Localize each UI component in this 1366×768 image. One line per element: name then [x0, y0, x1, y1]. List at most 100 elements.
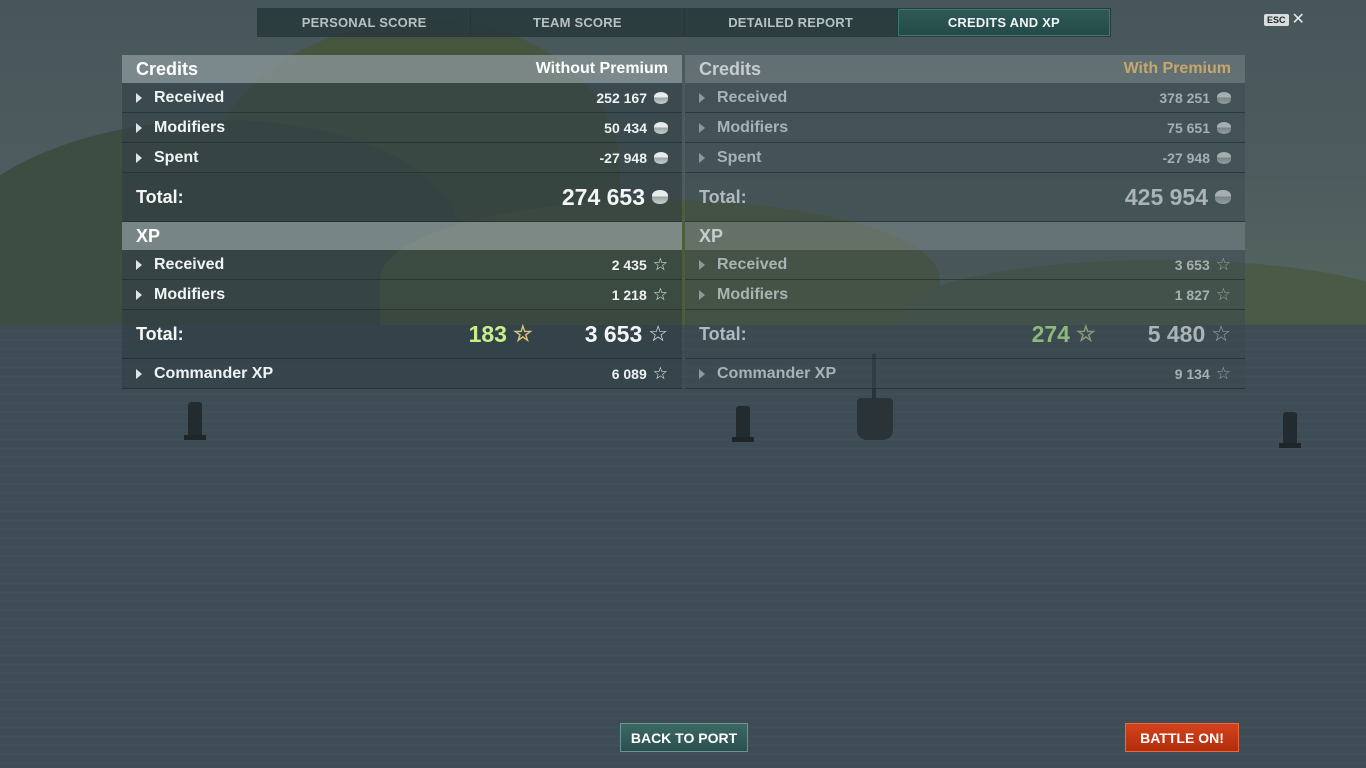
without-premium-panel: Credits Without Premium Received 252 167… [122, 55, 682, 389]
row-value: 50 434 [604, 119, 647, 136]
xp-row-modifiers[interactable]: Modifiers 1 827 ☆ [685, 280, 1245, 310]
tab-credits-and-xp[interactable]: CREDITS AND XP [897, 9, 1110, 36]
total-label: Total: [699, 186, 747, 207]
xp-star-icon: ☆ [648, 321, 668, 346]
xp-total-value: 3 653 [584, 320, 643, 347]
row-value: 378 251 [1159, 89, 1210, 106]
commander-xp-row[interactable]: Commander XP 9 134 ☆ [685, 359, 1245, 389]
xp-total-value: 5 480 [1147, 320, 1206, 347]
tab-detailed-report[interactable]: DETAILED REPORT [685, 9, 898, 36]
row-value: -27 948 [599, 149, 647, 166]
row-label: Modifiers [154, 118, 226, 136]
credits-coin-icon [652, 190, 668, 204]
expand-arrow-icon[interactable] [136, 122, 142, 133]
row-value: 9 134 [1174, 365, 1210, 382]
buoy [1279, 412, 1301, 448]
total-label: Total: [699, 323, 747, 344]
row-label: Spent [154, 148, 199, 166]
credits-coin-icon [1217, 91, 1231, 104]
expand-arrow-icon[interactable] [136, 368, 142, 379]
expand-arrow-icon[interactable] [699, 289, 705, 300]
expand-arrow-icon[interactable] [699, 152, 705, 163]
expand-arrow-icon[interactable] [136, 92, 142, 103]
credits-row-received[interactable]: Received 252 167 [122, 83, 682, 113]
row-value: 3 653 [1174, 256, 1210, 273]
row-label: Received [717, 88, 788, 106]
row-value: 6 089 [611, 365, 647, 382]
buoy [732, 406, 754, 442]
total-label: Total: [136, 323, 184, 344]
row-label: Received [154, 88, 225, 106]
xp-row-modifiers[interactable]: Modifiers 1 218 ☆ [122, 280, 682, 310]
free-xp-star-icon: ☆ [512, 321, 533, 346]
with-premium-panel: Credits With Premium Received 378 251 Mo… [685, 55, 1245, 389]
credits-row-modifiers[interactable]: Modifiers 75 651 [685, 113, 1245, 143]
xp-total-row: Total: 183 ☆ 3 653 ☆ [122, 310, 682, 359]
free-xp-total: 183 ☆ [469, 321, 533, 348]
battle-on-button[interactable]: BATTLE ON! [1125, 723, 1239, 752]
credits-header: Credits Without Premium [122, 55, 682, 83]
expand-arrow-icon[interactable] [136, 289, 142, 300]
buoy [184, 402, 206, 440]
warship [857, 354, 893, 440]
credits-coin-icon [654, 151, 668, 164]
credits-coin-icon [1217, 121, 1231, 134]
row-label: Spent [717, 148, 762, 166]
commander-xp-row[interactable]: Commander XP 6 089 ☆ [122, 359, 682, 389]
credits-coin-icon [654, 121, 668, 134]
expand-arrow-icon[interactable] [136, 152, 142, 163]
free-xp-value: 274 [1031, 320, 1070, 347]
mode-label: With Premium [1123, 60, 1231, 77]
free-xp-value: 183 [468, 320, 507, 347]
xp-star-icon: ☆ [652, 254, 668, 274]
tab-team-score[interactable]: TEAM SCORE [471, 9, 685, 36]
xp-star-icon: ☆ [1215, 363, 1231, 383]
credits-total-row: Total: 425 954 [685, 173, 1245, 222]
expand-arrow-icon[interactable] [699, 122, 705, 133]
row-value: -27 948 [1162, 149, 1210, 166]
row-value: 75 651 [1167, 119, 1210, 136]
xp-header: XP [122, 222, 682, 250]
credits-total-row: Total: 274 653 [122, 173, 682, 222]
credits-title: Credits [136, 58, 199, 79]
xp-star-icon: ☆ [1215, 254, 1231, 274]
credits-row-modifiers[interactable]: Modifiers 50 434 [122, 113, 682, 143]
credits-total-value: 425 954 [1124, 183, 1208, 210]
row-label: Modifiers [717, 118, 789, 136]
tab-personal-score[interactable]: PERSONAL SCORE [258, 9, 472, 36]
row-label: Received [717, 255, 788, 273]
free-xp-total: 274 ☆ [1032, 321, 1096, 348]
expand-arrow-icon[interactable] [699, 368, 705, 379]
xp-star-icon: ☆ [652, 363, 668, 383]
xp-title: XP [136, 225, 161, 246]
row-label: Received [154, 255, 225, 273]
xp-star-icon: ☆ [1211, 321, 1231, 346]
xp-row-received[interactable]: Received 3 653 ☆ [685, 250, 1245, 280]
credits-total-value: 274 653 [561, 183, 645, 210]
credits-coin-icon [1217, 151, 1231, 164]
back-to-port-button[interactable]: BACK TO PORT [620, 723, 748, 752]
credits-row-received[interactable]: Received 378 251 [685, 83, 1245, 113]
credits-title: Credits [699, 58, 762, 79]
expand-arrow-icon[interactable] [699, 259, 705, 270]
xp-row-received[interactable]: Received 2 435 ☆ [122, 250, 682, 280]
row-value: 2 435 [611, 256, 647, 273]
sea [0, 325, 1366, 768]
xp-total-row: Total: 274 ☆ 5 480 ☆ [685, 310, 1245, 359]
mode-label: Without Premium [535, 60, 668, 77]
xp-title: XP [699, 225, 724, 246]
row-value: 252 167 [596, 89, 647, 106]
credits-row-spent[interactable]: Spent -27 948 [685, 143, 1245, 173]
row-label: Modifiers [154, 285, 226, 303]
row-label: Commander XP [717, 364, 837, 382]
row-label: Commander XP [154, 364, 274, 382]
xp-star-icon: ☆ [652, 284, 668, 304]
total-label: Total: [136, 186, 184, 207]
tab-bar: PERSONAL SCORE TEAM SCORE DETAILED REPOR… [257, 8, 1111, 37]
expand-arrow-icon[interactable] [699, 92, 705, 103]
close-icon: ✕ [1291, 11, 1305, 28]
close-button[interactable]: ESC ✕ [1264, 11, 1305, 28]
expand-arrow-icon[interactable] [136, 259, 142, 270]
credits-coin-icon [1215, 190, 1231, 204]
credits-row-spent[interactable]: Spent -27 948 [122, 143, 682, 173]
